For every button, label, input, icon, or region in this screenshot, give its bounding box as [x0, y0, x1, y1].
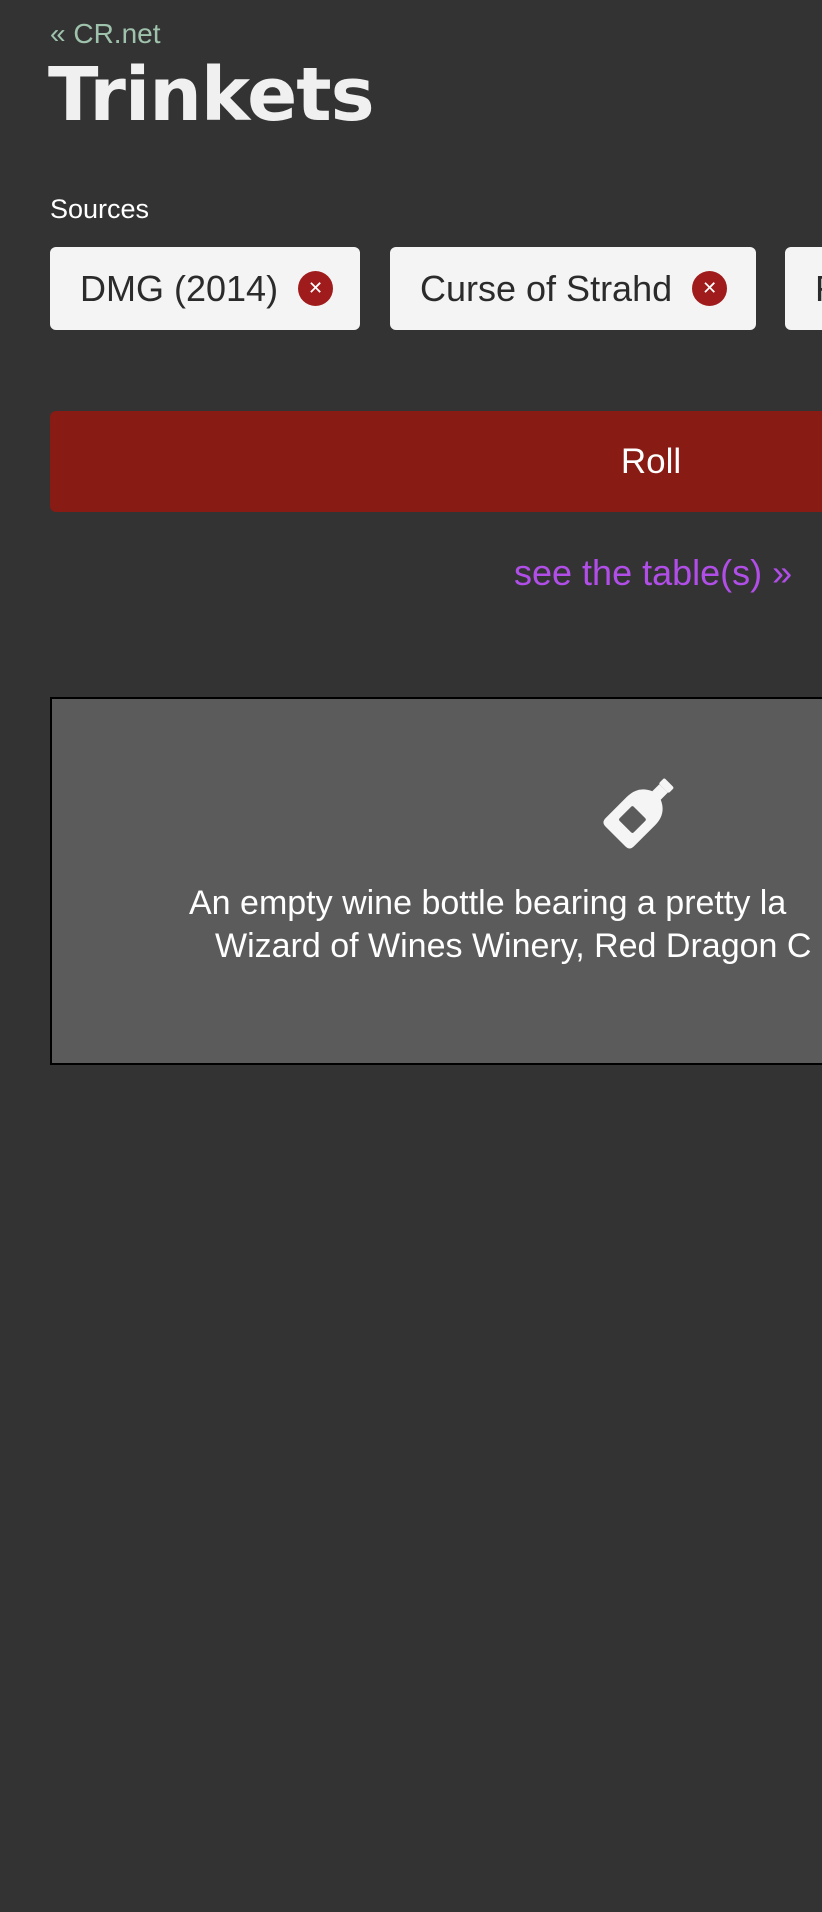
- source-chip-partial[interactable]: F: [785, 247, 822, 330]
- page-title: Trinkets: [48, 52, 375, 138]
- back-link[interactable]: « CR.net: [50, 18, 161, 50]
- result-text-line-1: An empty wine bottle bearing a pretty la: [189, 884, 787, 922]
- result-text-line-2: Wizard of Wines Winery, Red Dragon C: [215, 927, 812, 965]
- source-chip-curse-of-strahd[interactable]: Curse of Strahd ✕: [390, 247, 756, 330]
- result-card: [50, 697, 822, 1065]
- close-icon[interactable]: ✕: [692, 271, 728, 306]
- wine-bottle-icon: [603, 778, 674, 849]
- close-icon[interactable]: ✕: [298, 271, 334, 306]
- roll-button[interactable]: Roll: [50, 411, 822, 512]
- source-chip-label: DMG (2014): [80, 267, 279, 309]
- see-tables-link[interactable]: see the table(s) »: [514, 552, 792, 594]
- source-chip-label: F: [815, 268, 822, 310]
- source-chips: DMG (2014) ✕ Curse of Strahd ✕ F: [50, 247, 822, 330]
- page: « CR.net Trinkets Sources DMG (2014) ✕ C…: [0, 0, 822, 1912]
- sources-label: Sources: [50, 194, 150, 224]
- source-chip-dmg[interactable]: DMG (2014) ✕: [50, 247, 360, 330]
- source-chip-label: Curse of Strahd: [420, 267, 673, 309]
